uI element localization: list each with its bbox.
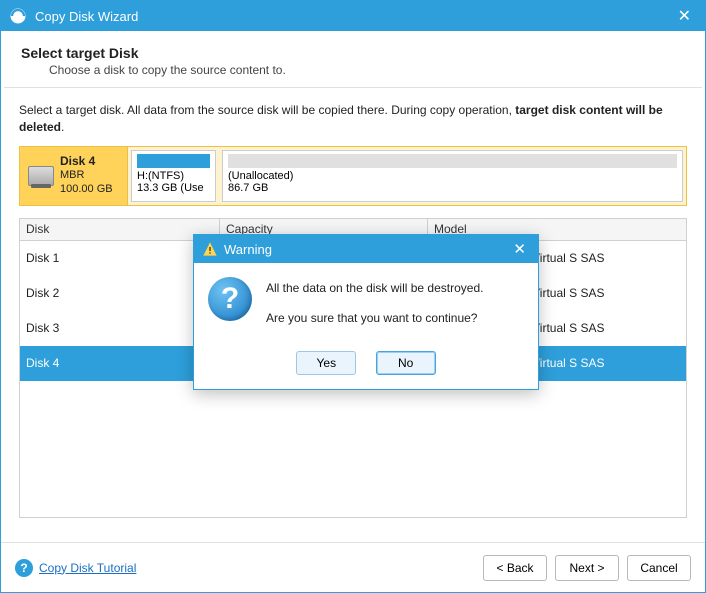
cell-disk: Disk 3 xyxy=(20,321,220,335)
partition-usage-bar xyxy=(228,154,677,168)
selected-disk-card: Disk 4 MBR 100.00 GB H:(NTFS) 13.3 GB (U… xyxy=(19,146,687,206)
no-button[interactable]: No xyxy=(376,351,436,375)
column-header-disk[interactable]: Disk xyxy=(20,219,220,240)
warning-titlebar: Warning ✕ xyxy=(194,235,538,263)
warning-body: ? All the data on the disk will be destr… xyxy=(194,263,538,345)
page-subtitle: Choose a disk to copy the source content… xyxy=(49,63,685,77)
selected-disk-name: Disk 4 xyxy=(60,154,113,169)
window-titlebar: Copy Disk Wizard ✕ xyxy=(1,1,705,31)
cell-disk: Disk 1 xyxy=(20,251,220,265)
partition-usage-bar xyxy=(137,154,210,168)
partition-size: 86.7 GB xyxy=(228,182,677,194)
warning-app-icon xyxy=(202,241,218,257)
window-title: Copy Disk Wizard xyxy=(35,9,672,24)
warning-close-button[interactable]: ✕ xyxy=(509,240,530,258)
selected-disk-size: 100.00 GB xyxy=(60,183,113,197)
selected-disk-scheme: MBR xyxy=(60,169,113,183)
warning-message-1: All the data on the disk will be destroy… xyxy=(266,279,483,297)
partition-block[interactable]: H:(NTFS) 13.3 GB (Use xyxy=(131,150,216,202)
app-icon xyxy=(9,7,27,25)
instruction-text: Select a target disk. All data from the … xyxy=(1,88,705,146)
hard-disk-icon xyxy=(28,166,54,186)
partition-block[interactable]: (Unallocated) 86.7 GB xyxy=(222,150,683,202)
yes-button[interactable]: Yes xyxy=(296,351,356,375)
cell-disk: Disk 2 xyxy=(20,286,220,300)
partition-label: H:(NTFS) xyxy=(137,170,210,182)
next-button[interactable]: Next > xyxy=(555,555,619,581)
cancel-button[interactable]: Cancel xyxy=(627,555,691,581)
warning-message-2: Are you sure that you want to continue? xyxy=(266,309,483,327)
tutorial-link[interactable]: Copy Disk Tutorial xyxy=(39,561,136,575)
page-title: Select target Disk xyxy=(21,45,685,61)
partition-label: (Unallocated) xyxy=(228,170,677,182)
help-icon: ? xyxy=(15,559,33,577)
warning-dialog: Warning ✕ ? All the data on the disk wil… xyxy=(193,234,539,390)
window-close-button[interactable]: ✕ xyxy=(672,6,697,26)
wizard-header: Select target Disk Choose a disk to copy… xyxy=(1,31,705,87)
wizard-footer: ? Copy Disk Tutorial < Back Next > Cance… xyxy=(1,542,705,592)
partition-size: 13.3 GB (Use xyxy=(137,182,210,194)
instruction-prefix: Select a target disk. All data from the … xyxy=(19,103,515,117)
instruction-suffix: . xyxy=(61,120,64,134)
tutorial-link-group: ? Copy Disk Tutorial xyxy=(15,559,136,577)
warning-buttons: Yes No xyxy=(194,345,538,389)
cell-disk: Disk 4 xyxy=(20,356,220,370)
selected-disk-header: Disk 4 MBR 100.00 GB xyxy=(20,147,128,205)
back-button[interactable]: < Back xyxy=(483,555,547,581)
question-icon: ? xyxy=(208,277,252,321)
warning-title: Warning xyxy=(224,242,509,257)
